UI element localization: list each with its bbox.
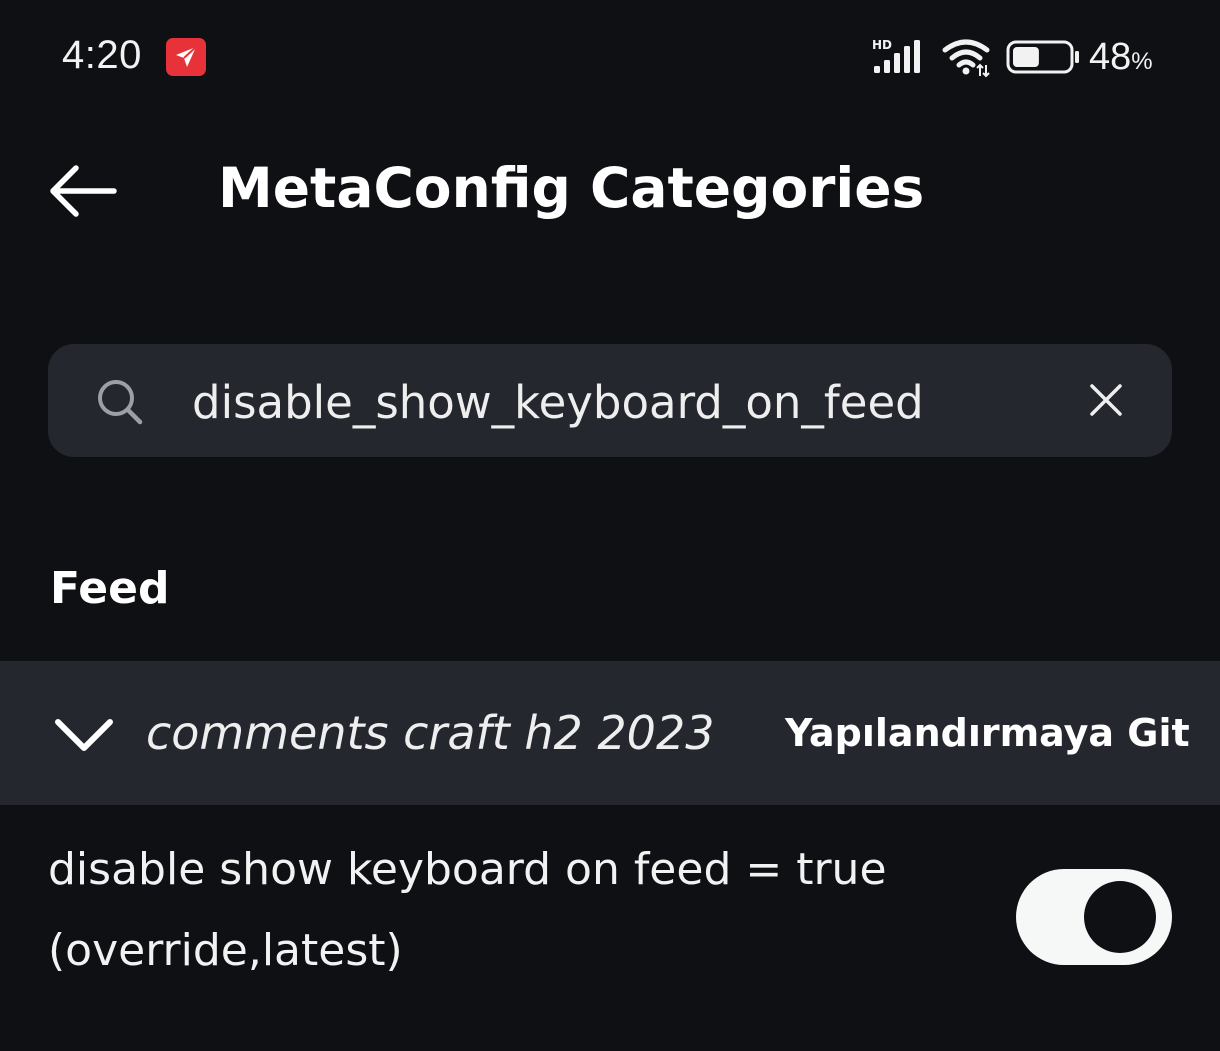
config-toggle-switch[interactable] <box>1016 869 1172 965</box>
config-item-label: disable show keyboard on feed = true <box>48 844 887 895</box>
battery-percent-value: 48 <box>1089 36 1132 78</box>
network-type-label: HD <box>872 38 892 52</box>
wifi-icon <box>942 38 992 82</box>
signal-icon: HD <box>872 38 928 80</box>
battery-icon <box>1006 40 1082 80</box>
status-time: 4:20 <box>62 33 142 77</box>
battery-percent-sign: % <box>1131 48 1153 75</box>
section-heading: Feed <box>50 563 170 614</box>
config-item-source: (override,latest) <box>48 925 403 976</box>
search-icon <box>96 378 144 430</box>
clear-search-button[interactable] <box>1082 376 1130 424</box>
toggle-knob <box>1084 881 1156 953</box>
search-input[interactable] <box>192 372 1052 432</box>
battery-percentage: 48% <box>1089 36 1153 79</box>
page-title: MetaConfig Categories <box>218 156 925 220</box>
close-icon <box>1090 384 1122 416</box>
chevron-down-icon[interactable] <box>52 716 116 760</box>
arrow-left-icon <box>50 165 117 217</box>
category-name: comments craft h2 2023 <box>146 706 715 760</box>
status-bar: 4:20 HD 48% <box>0 0 1220 115</box>
back-button[interactable] <box>44 155 124 227</box>
paper-plane-icon <box>166 38 206 76</box>
go-to-config-link[interactable]: Yapılandırmaya Git <box>785 711 1190 755</box>
